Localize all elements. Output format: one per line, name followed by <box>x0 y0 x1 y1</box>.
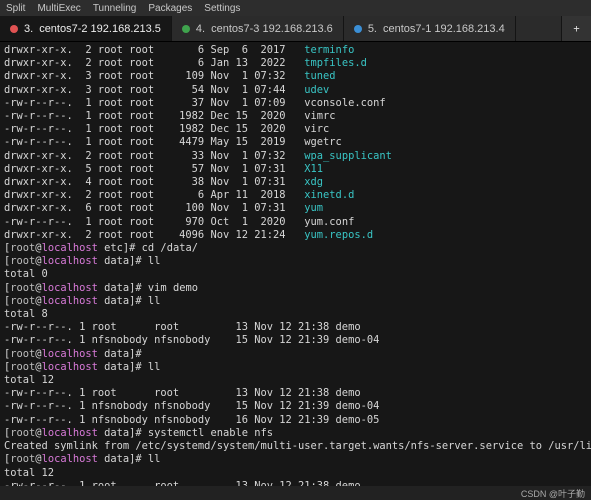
menu-item-packages[interactable]: Packages <box>148 3 192 14</box>
status-dot-icon <box>10 25 18 33</box>
tab-label: centos7-1 192.168.213.4 <box>383 23 505 35</box>
status-dot-icon <box>182 25 190 33</box>
menu-item-multiexec[interactable]: MultiExec <box>37 3 80 14</box>
tab-centos7-3[interactable]: 4. centos7-3 192.168.213.6 <box>172 16 344 41</box>
tab-centos7-1[interactable]: 5. centos7-1 192.168.213.4 <box>344 16 516 41</box>
new-tab-button[interactable]: + <box>561 16 591 41</box>
terminal-output[interactable]: drwxr-xr-x. 2 root root 6 Sep 6 2017 ter… <box>0 42 591 486</box>
menubar: Split MultiExec Tunneling Packages Settings <box>0 0 591 16</box>
watermark-text: CSDN @叶子勤 <box>521 487 585 500</box>
status-dot-icon <box>354 25 362 33</box>
tab-index: 3. <box>24 23 33 35</box>
watermark-footer: CSDN @叶子勤 <box>0 486 591 500</box>
tab-label: centos7-2 192.168.213.5 <box>39 23 161 35</box>
tab-index: 4. <box>196 23 205 35</box>
tab-index: 5. <box>368 23 377 35</box>
tab-label: centos7-3 192.168.213.6 <box>211 23 333 35</box>
menu-item-settings[interactable]: Settings <box>204 3 240 14</box>
menu-item-tunneling[interactable]: Tunneling <box>93 3 137 14</box>
tab-bar: 3. centos7-2 192.168.213.5 4. centos7-3 192… <box>0 16 591 42</box>
menu-item-split[interactable]: Split <box>6 3 25 14</box>
tab-centos7-2[interactable]: 3. centos7-2 192.168.213.5 <box>0 16 172 41</box>
